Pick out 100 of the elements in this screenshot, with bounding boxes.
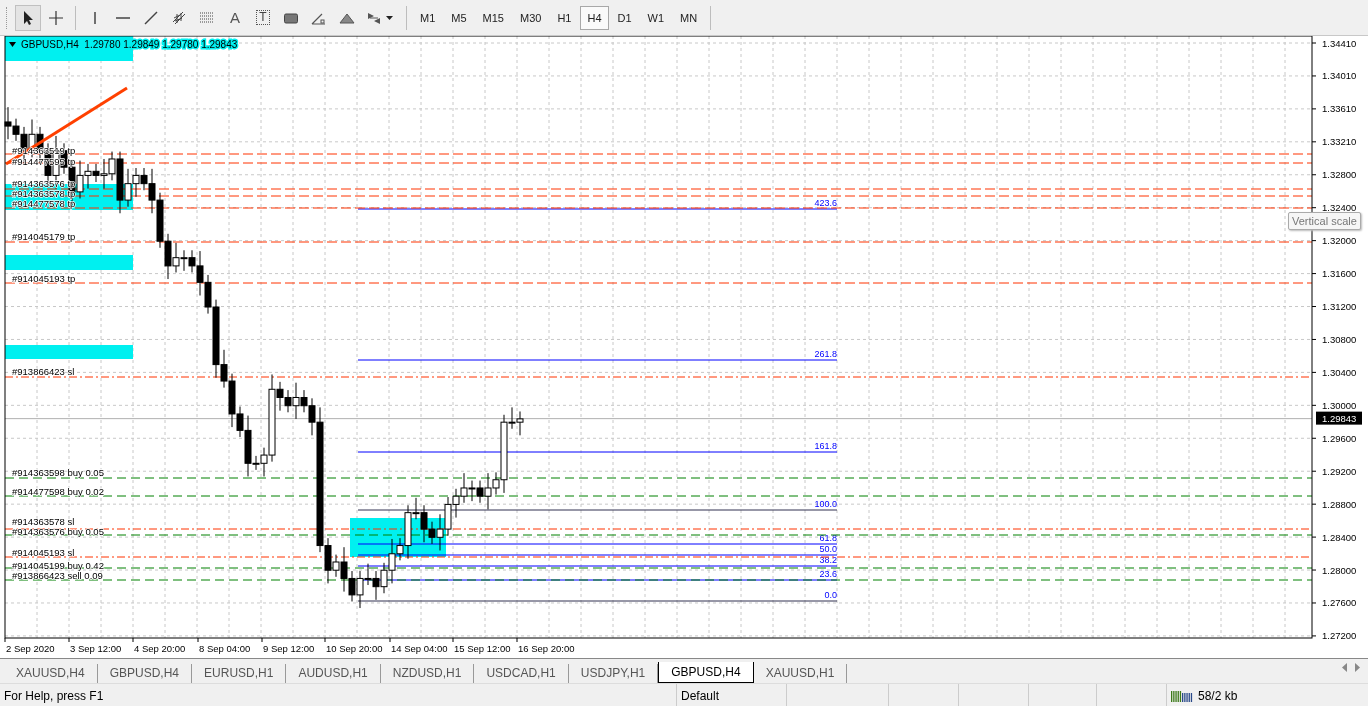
order-label: #914363576 buy 0.05 — [12, 525, 104, 537]
time-axis-label: 2 Sep 2020 — [6, 643, 55, 654]
axis-tick — [1311, 437, 1317, 439]
axis-tick — [1311, 371, 1317, 373]
timeframe-button[interactable]: M1 — [413, 5, 443, 30]
axis-tick — [132, 637, 134, 643]
axis-tick — [1311, 75, 1317, 77]
axis-tick — [197, 637, 199, 643]
axis-tick — [1311, 174, 1317, 176]
axis-tick — [1311, 569, 1317, 571]
time-axis-label: 10 Sep 20:00 — [326, 643, 383, 654]
fib-level-label: 423.6 — [814, 198, 837, 208]
order-label: #913866423 sell 0.09 — [12, 569, 103, 581]
time-axis-label: 4 Sep 20:00 — [134, 643, 186, 654]
timeframe-button[interactable]: M30 — [512, 5, 549, 30]
axis-tick — [1311, 503, 1317, 505]
text-label-tool[interactable]: T — [256, 10, 270, 25]
order-label: #914045179 tp — [12, 230, 76, 242]
price-axis-label: 1.33210 — [1322, 136, 1357, 148]
timeframe-button[interactable]: M15 — [475, 5, 511, 30]
axis-tick — [1311, 207, 1317, 209]
price-axis-label: 1.28400 — [1322, 531, 1357, 543]
price-axis-label: 1.32000 — [1322, 235, 1357, 247]
axis-tick — [1311, 470, 1317, 472]
scroll-right-icon[interactable] — [1354, 663, 1360, 672]
timeframe-button[interactable]: MN — [673, 5, 705, 30]
chart-tab[interactable]: NZDUSD,H1 — [380, 664, 475, 683]
timeframe-button[interactable]: H4 — [580, 5, 609, 30]
axis-tick — [1311, 240, 1317, 242]
time-axis-label: 14 Sep 04:00 — [391, 643, 448, 654]
traffic-text: 58/2 kb — [1198, 688, 1238, 703]
timeframe-button[interactable]: M5 — [444, 5, 474, 30]
order-label: #914045193 tp — [12, 272, 76, 284]
price-axis-label: 1.33610 — [1322, 103, 1357, 115]
chart-tab[interactable]: EURUSD,H1 — [192, 664, 287, 683]
price-axis-label: 1.29200 — [1322, 465, 1357, 477]
order-label: #914045199 buy 0.42 — [12, 559, 104, 571]
timeframe-button[interactable]: D1 — [610, 5, 639, 30]
chart-tab[interactable]: GBPUSD,H4 — [658, 662, 754, 683]
order-label: #914363578 sl — [12, 515, 75, 527]
price-axis-label: 1.28800 — [1322, 498, 1357, 510]
fib-level-label: 161.8 — [814, 441, 837, 451]
chart-tab[interactable]: AUDUSD,H1 — [286, 664, 381, 683]
fib-level-label: 0.0 — [824, 590, 837, 600]
timeframe-button[interactable]: H1 — [550, 5, 579, 30]
axis-tick — [452, 637, 454, 643]
price-axis-label: 1.32800 — [1322, 169, 1357, 181]
scroll-left-icon[interactable] — [1342, 663, 1348, 672]
text-tool[interactable]: A — [230, 9, 240, 26]
axis-tick — [1311, 602, 1317, 604]
fibonacci-channel-icon[interactable] — [171, 9, 187, 26]
order-label: #914363519 tp — [12, 144, 76, 156]
axis-tick — [1311, 635, 1317, 637]
price-axis-label: 1.28000 — [1322, 564, 1357, 576]
chart-tab[interactable]: GBPUSD,H4 — [97, 664, 193, 683]
order-label: #913866423 sl — [12, 365, 75, 377]
price-axis-label: 1.31600 — [1322, 268, 1357, 280]
axis-tick — [1311, 404, 1317, 406]
axis-tick — [324, 637, 326, 643]
profile-name: Default — [681, 688, 720, 703]
help-text: For Help, press F1 — [4, 688, 104, 703]
fib-level-label: 61.8 — [819, 533, 837, 543]
chart-tab[interactable]: XAUUSD,H4 — [4, 664, 98, 683]
order-label: #914045193 sl — [12, 546, 75, 558]
axis-tick — [68, 637, 70, 643]
fib-level-label: 50.0 — [819, 544, 837, 554]
fib-level-label: 23.6 — [819, 569, 837, 579]
time-axis-label: 15 Sep 12:00 — [454, 643, 511, 654]
chart-tab[interactable]: USDCAD,H1 — [474, 664, 569, 683]
price-axis-label: 1.30800 — [1322, 333, 1357, 345]
timeframe-button[interactable]: W1 — [640, 5, 672, 30]
price-axis-label: 1.32400 — [1322, 202, 1357, 214]
axis-tick — [1311, 536, 1317, 538]
time-axis-label: 16 Sep 20:00 — [518, 643, 575, 654]
axis-tick — [1311, 141, 1317, 143]
time-axis-label: 3 Sep 12:00 — [70, 643, 122, 654]
fib-level-label: 100.0 — [814, 499, 837, 509]
axis-tick — [261, 637, 263, 643]
price-axis-label: 1.34010 — [1322, 70, 1357, 82]
order-label: #914477598 buy 0.02 — [12, 485, 104, 497]
time-axis-label: 8 Sep 04:00 — [199, 643, 251, 654]
axis-tick — [4, 637, 6, 643]
price-axis-label: 1.30000 — [1322, 399, 1357, 411]
time-axis-label: 9 Sep 12:00 — [263, 643, 315, 654]
price-axis-label: 1.27200 — [1322, 630, 1357, 642]
price-axis-label: 1.27600 — [1322, 597, 1357, 609]
price-axis-label: 1.34410 — [1322, 37, 1357, 49]
fib-level-label: 261.8 — [814, 349, 837, 359]
trendline-icon[interactable] — [143, 9, 159, 26]
axis-tick — [1311, 42, 1317, 44]
fib-level-label: 38.2 — [819, 555, 837, 565]
axis-tick — [1311, 273, 1317, 275]
axis-tick — [389, 637, 391, 643]
chart-tab[interactable]: XAUUSD,H1 — [753, 664, 848, 683]
crosshair-icon[interactable] — [48, 9, 64, 26]
axis-tick — [1311, 306, 1317, 307]
tooltip: Vertical scale — [1288, 212, 1361, 230]
order-label: #914363598 buy 0.05 — [12, 466, 104, 478]
price-axis-label: 1.30400 — [1322, 366, 1357, 378]
axis-tick — [1311, 108, 1317, 110]
